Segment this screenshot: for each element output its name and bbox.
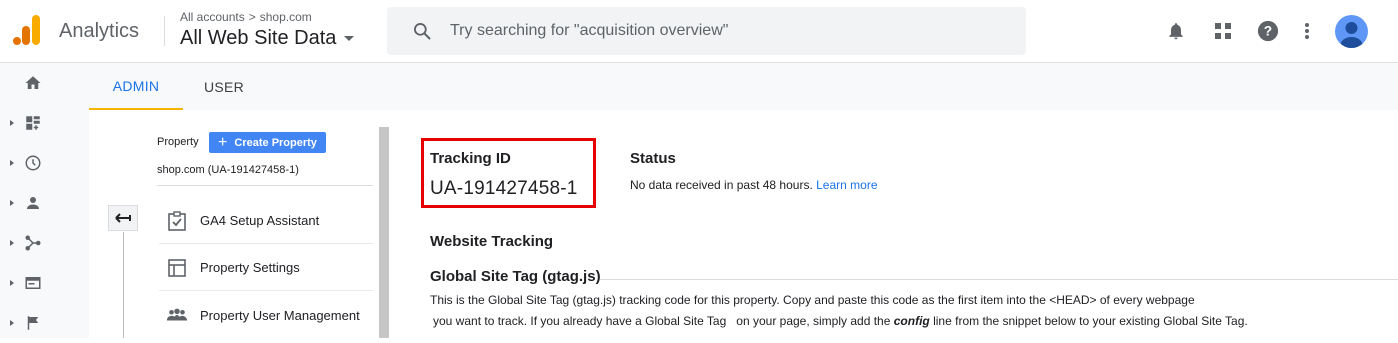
header-divider xyxy=(164,16,165,46)
avatar[interactable] xyxy=(1335,15,1368,48)
nav-conversions[interactable] xyxy=(0,303,60,343)
menu-label: GA4 Setup Assistant xyxy=(200,213,320,228)
customization-icon xyxy=(26,116,40,130)
status-message: No data received in past 48 hours. xyxy=(630,178,813,192)
breadcrumb-separator: > xyxy=(248,10,256,24)
top-bar: Analytics All accounts > shop.com All Web … xyxy=(0,0,1398,63)
menu-label: Property User Management xyxy=(200,307,360,323)
create-property-label: Create Property xyxy=(234,136,317,149)
apps-grid-icon[interactable] xyxy=(1210,18,1236,44)
website-tracking-heading: Website Tracking xyxy=(430,233,554,250)
nav-realtime[interactable] xyxy=(0,143,60,183)
notifications-icon[interactable] xyxy=(1163,18,1189,44)
menu-label: Property Settings xyxy=(200,260,300,275)
caret-down-icon xyxy=(344,36,355,41)
desc-part-c: line from the snippet below to your exis… xyxy=(933,314,1248,328)
tracking-id-value: UA-191427458-1 xyxy=(430,178,578,199)
checklist-icon xyxy=(166,210,188,232)
home-icon xyxy=(25,76,41,89)
menu-property-user-management[interactable]: Property User Management xyxy=(159,292,373,338)
nav-acquisition[interactable] xyxy=(0,223,60,263)
property-label: Property xyxy=(157,136,199,148)
search-icon xyxy=(414,23,431,40)
app-name: Analytics xyxy=(59,20,140,42)
expand-arrow-icon xyxy=(10,120,14,126)
nav-behavior[interactable] xyxy=(0,263,60,303)
people-icon xyxy=(166,304,188,326)
global-site-tag-heading: Global Site Tag (gtag.js) xyxy=(430,268,601,285)
gtag-description-line2: you want to track. If you already have a… xyxy=(433,314,1248,328)
breadcrumb-account[interactable]: All accounts xyxy=(180,10,245,24)
create-property-button[interactable]: + Create Property xyxy=(209,132,326,153)
nav-customization[interactable] xyxy=(0,103,60,143)
tab-user[interactable]: USER xyxy=(189,63,259,110)
more-vert-icon[interactable] xyxy=(1294,18,1320,44)
status-text: No data received in past 48 hours. Learn… xyxy=(630,178,878,192)
left-gutter xyxy=(60,110,89,338)
audience-icon xyxy=(27,197,39,209)
analytics-logo[interactable] xyxy=(13,15,41,45)
realtime-icon xyxy=(25,155,41,171)
back-arrow-icon xyxy=(115,213,131,223)
acquisition-icon xyxy=(25,235,41,251)
status-label: Status xyxy=(630,150,676,167)
scrollbar[interactable] xyxy=(379,127,389,338)
layout-icon xyxy=(166,257,188,279)
desc-part-b: on your page, simply add the xyxy=(736,314,891,328)
learn-more-link[interactable]: Learn more xyxy=(816,178,877,192)
config-keyword: config xyxy=(893,314,930,328)
expand-arrow-icon xyxy=(10,280,14,286)
breadcrumb: All accounts > shop.com xyxy=(180,10,312,24)
nav-audience[interactable] xyxy=(0,183,60,223)
menu-property-settings[interactable]: Property Settings xyxy=(159,245,373,291)
nav-home[interactable] xyxy=(0,63,60,103)
expand-arrow-icon xyxy=(10,200,14,206)
tracking-id-label: Tracking ID xyxy=(430,150,511,167)
tree-line xyxy=(123,232,124,338)
property-selector[interactable]: shop.com (UA-191427458-1) xyxy=(157,164,373,186)
conversions-icon xyxy=(27,316,39,330)
gtag-description-line1: This is the Global Site Tag (gtag.js) tr… xyxy=(430,293,1195,307)
search-bar[interactable] xyxy=(387,7,1026,55)
plus-icon: + xyxy=(218,133,228,151)
admin-tabs: ADMIN USER xyxy=(60,63,1398,110)
expand-arrow-icon xyxy=(10,240,14,246)
help-icon[interactable]: ? xyxy=(1255,18,1281,44)
back-button[interactable] xyxy=(108,205,138,231)
svg-text:?: ? xyxy=(1264,24,1272,39)
tab-admin[interactable]: ADMIN xyxy=(89,63,183,110)
desc-part-a: you want to track. If you already have a… xyxy=(433,314,727,328)
behavior-icon xyxy=(25,277,41,289)
search-input[interactable] xyxy=(450,22,1010,40)
view-name: All Web Site Data xyxy=(180,27,337,49)
section-divider xyxy=(600,279,1398,280)
expand-arrow-icon xyxy=(10,160,14,166)
expand-arrow-icon xyxy=(10,320,14,326)
left-nav xyxy=(0,63,60,338)
view-selector[interactable]: All Web Site Data xyxy=(180,27,355,50)
breadcrumb-property[interactable]: shop.com xyxy=(260,10,312,24)
menu-ga4-setup-assistant[interactable]: GA4 Setup Assistant xyxy=(159,198,373,244)
